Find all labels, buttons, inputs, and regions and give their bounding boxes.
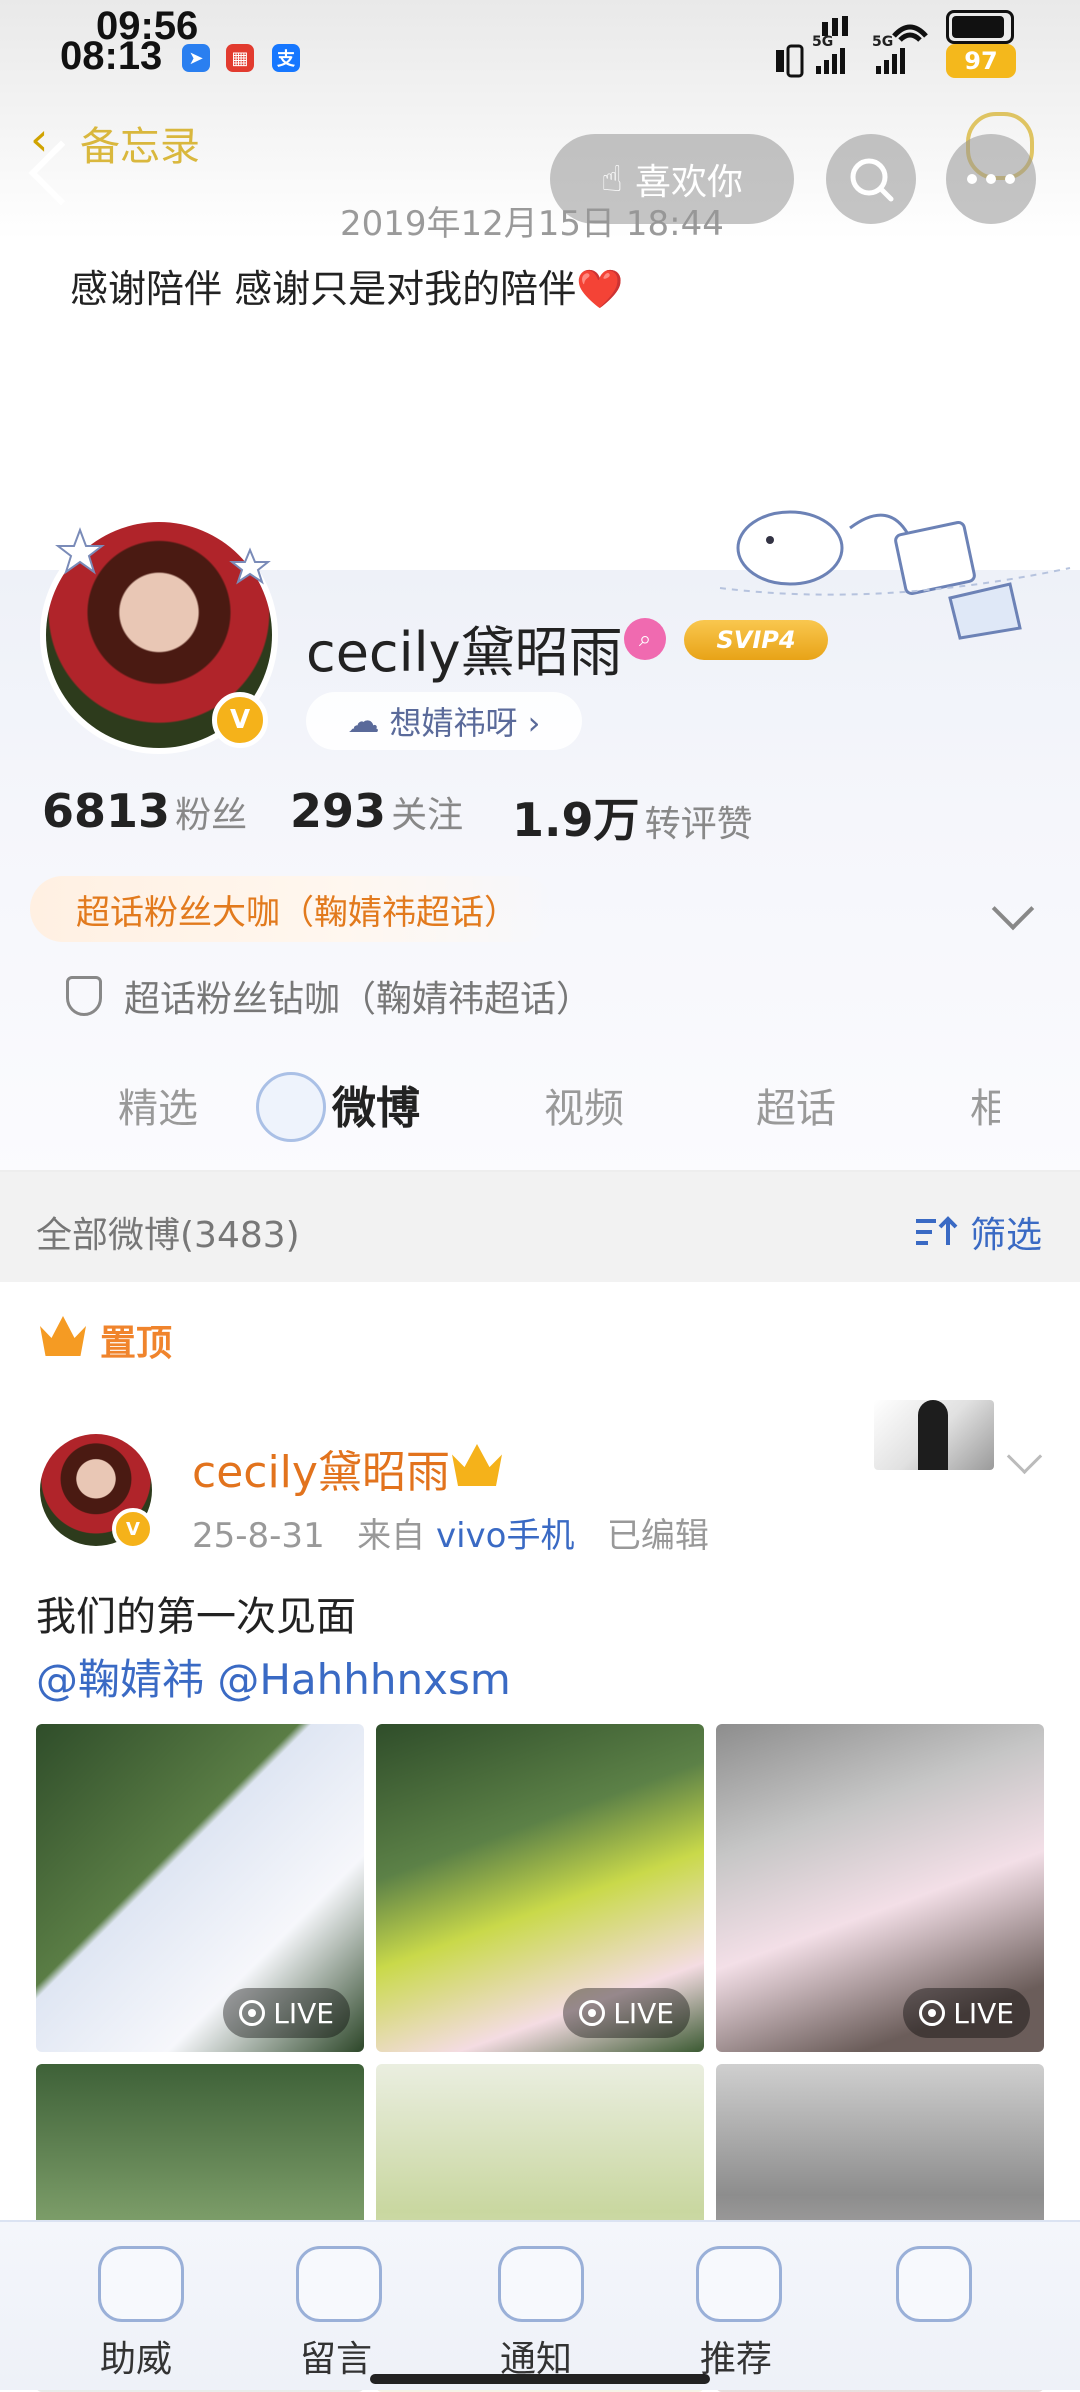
tab-featured[interactable]: 精选 [118,1076,198,1134]
live-label: LIVE [953,1996,1014,2030]
memo-back-label[interactable]: 备忘录 [80,114,200,172]
recommend-bubble-icon [696,2246,782,2322]
stat-label: 粉丝 [175,795,248,836]
post-menu-chevron-icon[interactable] [1006,1438,1043,1475]
live-label: LIVE [613,1996,674,2030]
post-source-prefix: 来自 [357,1516,426,1556]
live-badge: LIVE [903,1988,1030,2038]
stat-following[interactable]: 293 关注 [290,784,463,838]
profile-username: cecily黛昭雨 [306,621,623,684]
live-icon [579,2000,606,2026]
filter-label: 筛选 [970,1215,1043,1256]
heart-hand-icon: ☝ [601,158,623,200]
pinned-crown-icon [40,1316,86,1356]
live-badge: LIVE [563,1988,690,2038]
post-source[interactable]: vivo手机 [436,1516,575,1556]
stat-number: 6813 [42,784,171,838]
post-decoration-thumbnail [874,1400,994,1470]
message-bear-icon [296,2246,382,2322]
post-date: 25-8-31 [192,1516,325,1556]
avatar-stars-icon [55,527,271,585]
post-author[interactable]: cecily黛昭雨 [192,1436,450,1500]
filter-icon [916,1216,958,1245]
bio-pill[interactable]: ☁ 想婧祎呀 › [306,692,582,750]
post-edited: 已编辑 [606,1516,709,1556]
memo-text: 感谢陪伴 感谢只是对我的陪伴❤️ [70,267,624,311]
bell-bottle-icon [498,2246,584,2322]
stat-number: 1.9万 [512,793,640,847]
bottom-item-cheer[interactable]: 助威 [100,2330,172,2382]
post-mentions[interactable]: @鞠婧祎 @Hahhhnxsm [36,1646,511,1707]
mirror-icon[interactable] [896,2246,972,2322]
bottom-item-recommend[interactable]: 推荐 [700,2330,772,2382]
svip-badge[interactable]: SVIP4 [684,620,828,660]
live-badge: LIVE [223,1988,350,2038]
like-button[interactable]: ☝ 喜欢你 [550,134,794,224]
more-icon [967,174,1015,184]
live-label: LIVE [273,1996,334,2030]
like-label: 喜欢你 [634,162,743,203]
alipay-icon: 支 [272,44,300,72]
stat-interactions[interactable]: 1.9万 转评赞 [512,784,753,850]
search-icon [850,158,894,202]
search-button[interactable] [826,134,916,224]
post-image[interactable]: LIVE [376,1724,704,2052]
filter-button[interactable]: 筛选 [914,1206,1042,1258]
send-icon: ➤ [182,44,210,72]
post-image[interactable]: LIVE [716,1724,1044,2052]
bio-text: 想婧祎呀 › [389,704,541,742]
network-label-2: 5G [872,34,894,50]
more-button[interactable] [946,134,1036,224]
tab-album[interactable]: 相 [970,1076,1000,1134]
post-verified-badge: V [112,1508,154,1550]
shield-icon [66,976,102,1016]
battery-level: 97 [946,44,1016,78]
post-text: 我们的第一次见面 [36,1594,356,1640]
signal-wifi-icons [776,16,928,78]
search-user-icon[interactable]: ⌕ [624,618,666,660]
pinned-label: 置顶 [100,1323,173,1364]
live-icon [239,2000,266,2026]
post-image[interactable]: LIVE [36,1724,364,2052]
battery-outline-icon [946,10,1014,44]
tab-active-decoration-icon [256,1072,326,1142]
stat-label: 转评赞 [644,804,753,845]
tab-video[interactable]: 视频 [544,1076,624,1134]
stat-followers[interactable]: 6813 粉丝 [42,784,247,838]
tab-weibo[interactable]: 微博 [332,1072,420,1136]
tab-supertopic[interactable]: 超话 [756,1076,836,1134]
stat-label: 关注 [391,795,464,836]
bottom-item-message[interactable]: 留言 [300,2330,372,2382]
all-weibo-count: 全部微博(3483) [36,1215,300,1256]
fan-sub-badge[interactable]: 超话粉丝钻咖（鞠婧祎超话） [124,970,592,1022]
news-app-icon: ▦ [226,44,254,72]
home-indicator [370,2374,710,2384]
fan-badge[interactable]: 超话粉丝大咖（鞠婧祎超话） [30,876,554,942]
live-icon [919,2000,946,2026]
status-time: 08:13 [60,34,163,78]
cloud-icon: ☁ [347,702,380,740]
post-meta: 25-8-31 来自 vivo手机 已编辑 [192,1508,709,1557]
crown-icon [452,1444,502,1486]
teacup-icon [98,2246,184,2322]
network-label-1: 5G [812,34,834,50]
stat-number: 293 [290,784,387,838]
verified-badge: V [212,692,268,748]
